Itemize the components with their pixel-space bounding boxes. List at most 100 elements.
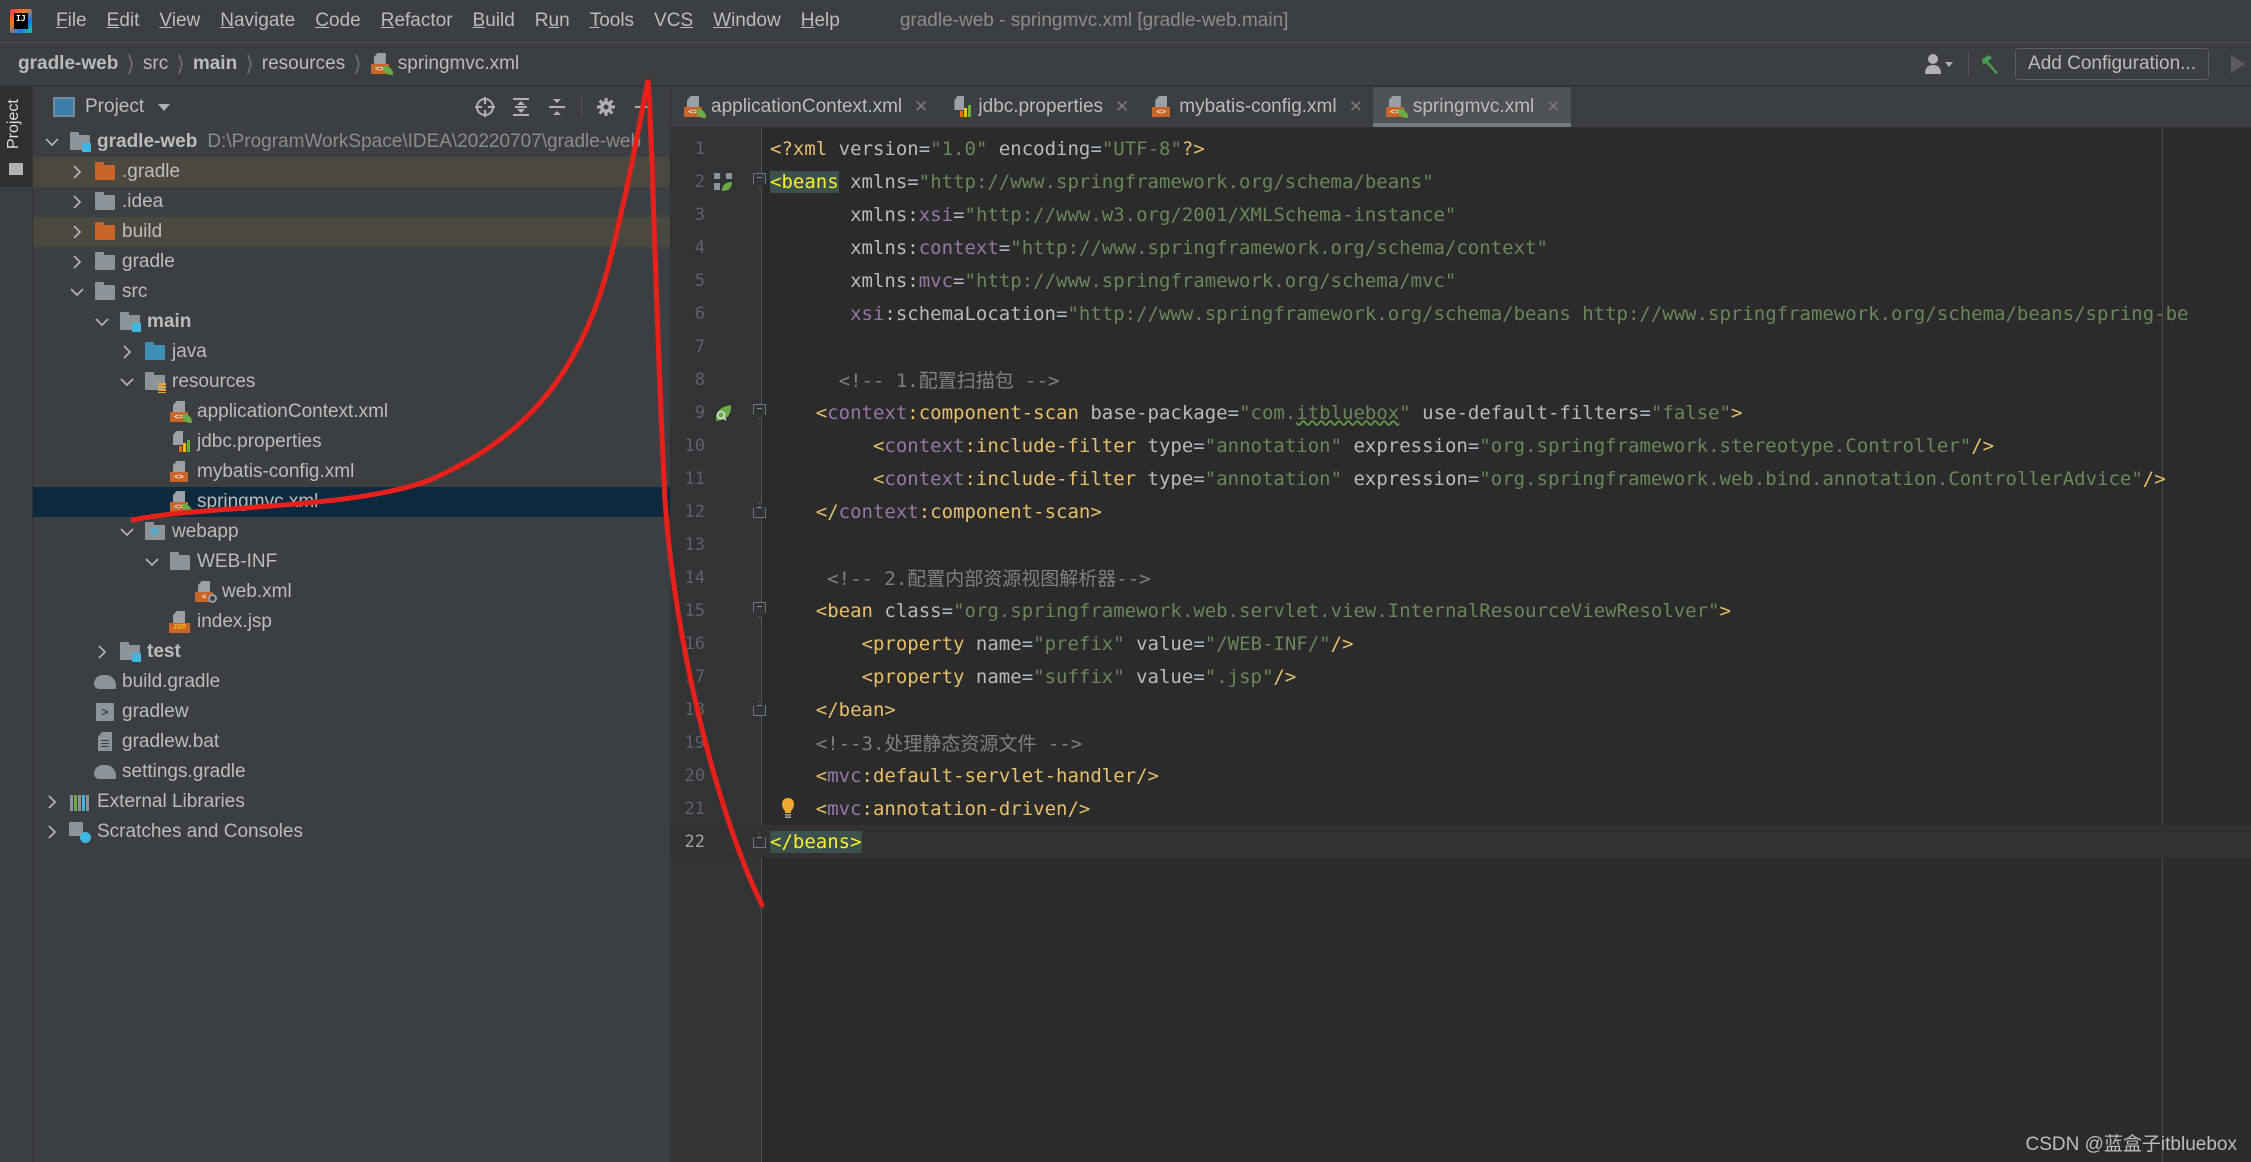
menu-view[interactable]: View (149, 10, 210, 32)
spring-component-scan-icon[interactable] (713, 403, 733, 423)
menu-refactor[interactable]: Refactor (371, 10, 463, 32)
code-line[interactable]: 4 xmlns:context="http://www.springframew… (671, 231, 2251, 264)
breadcrumb-item[interactable]: src (143, 53, 168, 75)
fold-collapse-icon[interactable]: − (753, 404, 766, 419)
tree-item[interactable]: jdbc.properties (33, 427, 670, 457)
tree-item[interactable]: External Libraries (33, 787, 670, 817)
user-account-icon[interactable] (1924, 52, 1954, 76)
code-line[interactable]: 16 <property name="prefix" value="/WEB-I… (671, 627, 2251, 660)
close-tab-icon[interactable]: ✕ (1546, 97, 1560, 117)
breadcrumb-item[interactable]: resources (262, 53, 345, 75)
menu-edit[interactable]: Edit (97, 10, 150, 32)
close-tab-icon[interactable]: ✕ (914, 97, 928, 117)
code-line[interactable]: 8 <!-- 1.配置扫描包 --> (671, 363, 2251, 396)
tree-item[interactable]: webapp (33, 517, 670, 547)
menu-build[interactable]: Build (463, 10, 525, 32)
chevron-down-icon[interactable] (120, 367, 134, 397)
menu-navigate[interactable]: Navigate (210, 10, 305, 32)
tree-item[interactable]: test (33, 637, 670, 667)
code-line[interactable]: 1 <?xml version="1.0" encoding="UTF-8"?> (671, 132, 2251, 165)
chevron-right-icon[interactable] (70, 157, 84, 187)
code-line[interactable]: 15 − <bean class="org.springframework.web… (671, 594, 2251, 627)
collapse-all-icon[interactable] (546, 96, 568, 118)
code-line[interactable]: 20 <mvc:default-servlet-handler/> (671, 759, 2251, 792)
tree-item[interactable]: gradle-web D:\ProgramWorkSpace\IDEA\20220… (33, 127, 670, 157)
chevron-down-icon[interactable] (120, 517, 134, 547)
expand-all-icon[interactable] (510, 96, 532, 118)
spring-bean-icon[interactable] (713, 172, 733, 192)
close-tab-icon[interactable]: ✕ (1349, 97, 1363, 117)
chevron-down-icon[interactable] (158, 103, 171, 111)
tree-item[interactable]: < web.xml (33, 577, 670, 607)
project-tool-window-tab[interactable]: Project (0, 87, 32, 187)
gear-icon[interactable] (595, 96, 617, 118)
code-area[interactable]: 1 <?xml version="1.0" encoding="UTF-8"?> 2… (671, 128, 2251, 1162)
code-line[interactable]: 21 <mvc:annotation-driven/> (671, 792, 2251, 825)
chevron-right-icon[interactable] (45, 787, 59, 817)
build-hammer-icon[interactable] (1979, 53, 2001, 75)
tree-item[interactable]: build (33, 217, 670, 247)
tree-item[interactable]: java (33, 337, 670, 367)
tree-item[interactable]: src (33, 277, 670, 307)
tree-item[interactable]: main (33, 307, 670, 337)
breadcrumb-item[interactable]: <> springmvc.xml (370, 53, 519, 75)
fold-end-icon[interactable]: − (753, 701, 766, 716)
fold-end-icon[interactable]: − (753, 503, 766, 518)
code-line[interactable]: 18 − </bean> (671, 693, 2251, 726)
chevron-right-icon[interactable] (95, 637, 109, 667)
chevron-down-icon[interactable] (145, 547, 159, 577)
chevron-down-icon[interactable] (45, 127, 59, 157)
code-line[interactable]: 6 xsi:schemaLocation="http://www.springf… (671, 297, 2251, 330)
editor-tab[interactable]: <> springmvc.xml ✕ (1372, 87, 1571, 127)
tree-item[interactable]: <> springmvc.xml (33, 487, 670, 517)
menu-file[interactable]: File (46, 10, 97, 32)
code-line[interactable]: 11 <context:include-filter type="annotat… (671, 462, 2251, 495)
chevron-down-icon[interactable] (95, 307, 109, 337)
breadcrumb-item[interactable]: main (193, 53, 237, 75)
menu-help[interactable]: Help (791, 10, 850, 32)
tree-item[interactable]: .idea (33, 187, 670, 217)
menu-window[interactable]: Window (703, 10, 791, 32)
locate-file-icon[interactable] (474, 96, 496, 118)
editor-tab[interactable]: <> applicationContext.xml ✕ (671, 87, 938, 127)
code-line[interactable]: 10 <context:include-filter type="annotat… (671, 429, 2251, 462)
tree-item[interactable]: settings.gradle (33, 757, 670, 787)
fold-end-icon[interactable]: − (753, 833, 766, 848)
project-panel-title[interactable]: Project (85, 96, 144, 118)
menu-code[interactable]: Code (305, 10, 370, 32)
tree-item[interactable]: gradlew.bat (33, 727, 670, 757)
editor-tab[interactable]: jdbc.properties ✕ (938, 87, 1139, 127)
hide-panel-icon[interactable] (631, 96, 653, 118)
tree-item[interactable]: WEB-INF (33, 547, 670, 577)
tree-item[interactable]: <> mybatis-config.xml (33, 457, 670, 487)
tree-item[interactable]: <> applicationContext.xml (33, 397, 670, 427)
tree-item[interactable]: gradle (33, 247, 670, 277)
menu-run[interactable]: Run (525, 10, 580, 32)
tree-item[interactable]: > gradlew (33, 697, 670, 727)
code-line[interactable]: 14 <!-- 2.配置内部资源视图解析器--> (671, 561, 2251, 594)
chevron-right-icon[interactable] (45, 817, 59, 847)
tree-item[interactable]: .gradle (33, 157, 670, 187)
tree-item[interactable]: Scratches and Consoles (33, 817, 670, 847)
code-line[interactable]: 2 − <beans xmlns="http://www.springframewo… (671, 165, 2251, 198)
code-line[interactable]: 22 − </beans> (671, 825, 2251, 858)
chevron-right-icon[interactable] (70, 187, 84, 217)
add-configuration-button[interactable]: Add Configuration... (2015, 48, 2209, 80)
chevron-right-icon[interactable] (120, 337, 134, 367)
chevron-right-icon[interactable] (70, 247, 84, 277)
code-line[interactable]: 3 xmlns:xsi="http://www.w3.org/2001/XMLS… (671, 198, 2251, 231)
editor-tab[interactable]: <> mybatis-config.xml ✕ (1139, 87, 1373, 127)
tree-item[interactable]: build.gradle (33, 667, 670, 697)
chevron-down-icon[interactable] (70, 277, 84, 307)
menu-vcs[interactable]: VCS (644, 10, 703, 32)
fold-collapse-icon[interactable]: − (753, 602, 766, 617)
code-line[interactable]: 5 xmlns:mvc="http://www.springframework.… (671, 264, 2251, 297)
tree-item[interactable]: resources (33, 367, 670, 397)
code-line[interactable]: 13 (671, 528, 2251, 561)
code-line[interactable]: 7 (671, 330, 2251, 363)
close-tab-icon[interactable]: ✕ (1115, 97, 1129, 117)
tree-item[interactable]: JSP index.jsp (33, 607, 670, 637)
run-icon[interactable] (2231, 55, 2245, 73)
fold-collapse-icon[interactable]: − (753, 173, 766, 188)
code-line[interactable]: 12 − </context:component-scan> (671, 495, 2251, 528)
